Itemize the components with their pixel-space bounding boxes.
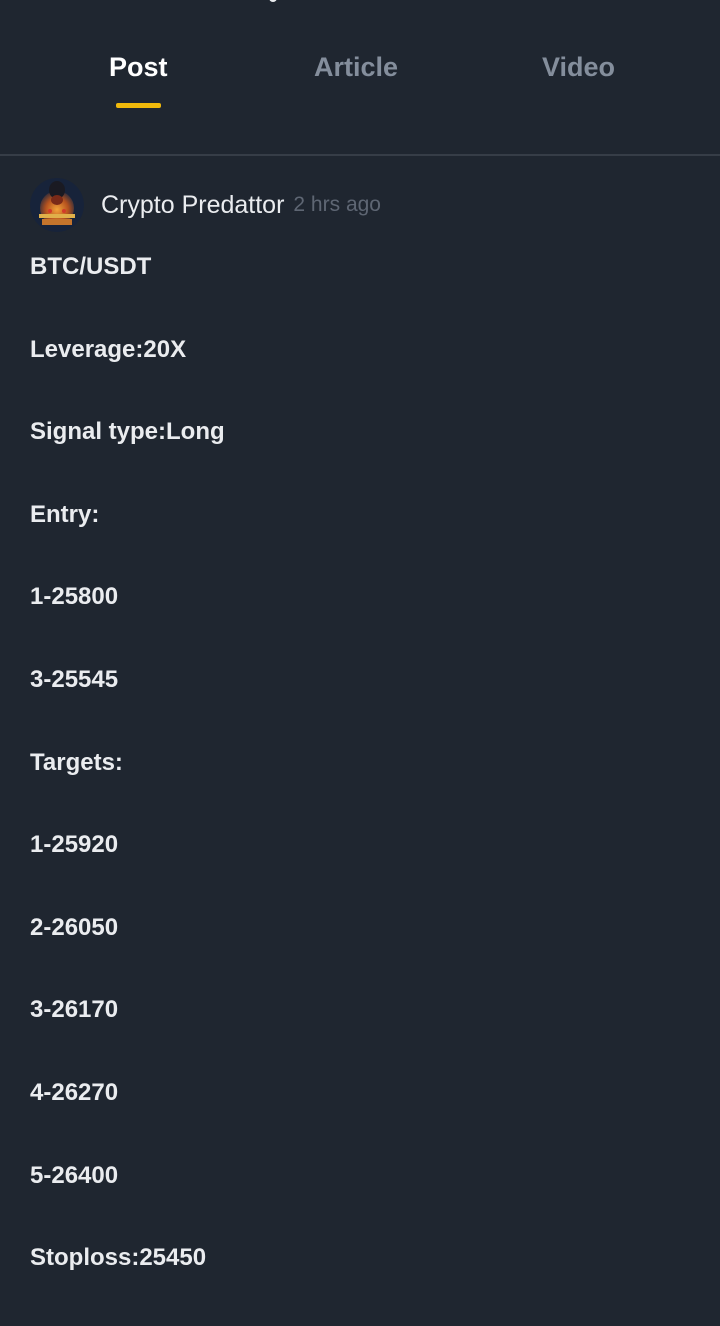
post-line: Leverage:20X	[30, 335, 187, 363]
post-line: 1-25920	[30, 831, 119, 859]
post-line: BTC/USDT	[30, 253, 152, 280]
tabs-divider	[0, 154, 720, 156]
post-line: 3-26170	[30, 996, 119, 1024]
active-tab-indicator	[116, 103, 161, 108]
content-type-tabs: Post Article Video	[0, 0, 720, 155]
author-avatar[interactable]	[30, 178, 84, 232]
post-body: BTC/USDT Leverage:20X Signal type:Long E…	[30, 252, 690, 1326]
tab-post[interactable]: Post	[109, 52, 168, 83]
author-name[interactable]: Crypto Predattor	[101, 191, 284, 220]
post-line: Entry:	[30, 500, 100, 528]
post-line: Targets:	[30, 748, 123, 776]
tab-video[interactable]: Video	[542, 52, 615, 83]
post-timestamp: 2 hrs ago	[293, 193, 381, 216]
post-line: Stoploss:25450	[30, 1244, 207, 1272]
post-header: Crypto Predattor 2 hrs ago	[30, 178, 381, 232]
post-line: 5-26400	[30, 1161, 119, 1189]
post-line: 2-26050	[30, 913, 119, 941]
post-line: 3-25545	[30, 665, 119, 693]
post-line: 4-26270	[30, 1078, 119, 1106]
avatar-image-icon	[30, 178, 84, 232]
post-line: Signal type:Long	[30, 418, 225, 446]
post-line: 1-25800	[30, 583, 119, 611]
tab-article[interactable]: Article	[314, 52, 398, 83]
